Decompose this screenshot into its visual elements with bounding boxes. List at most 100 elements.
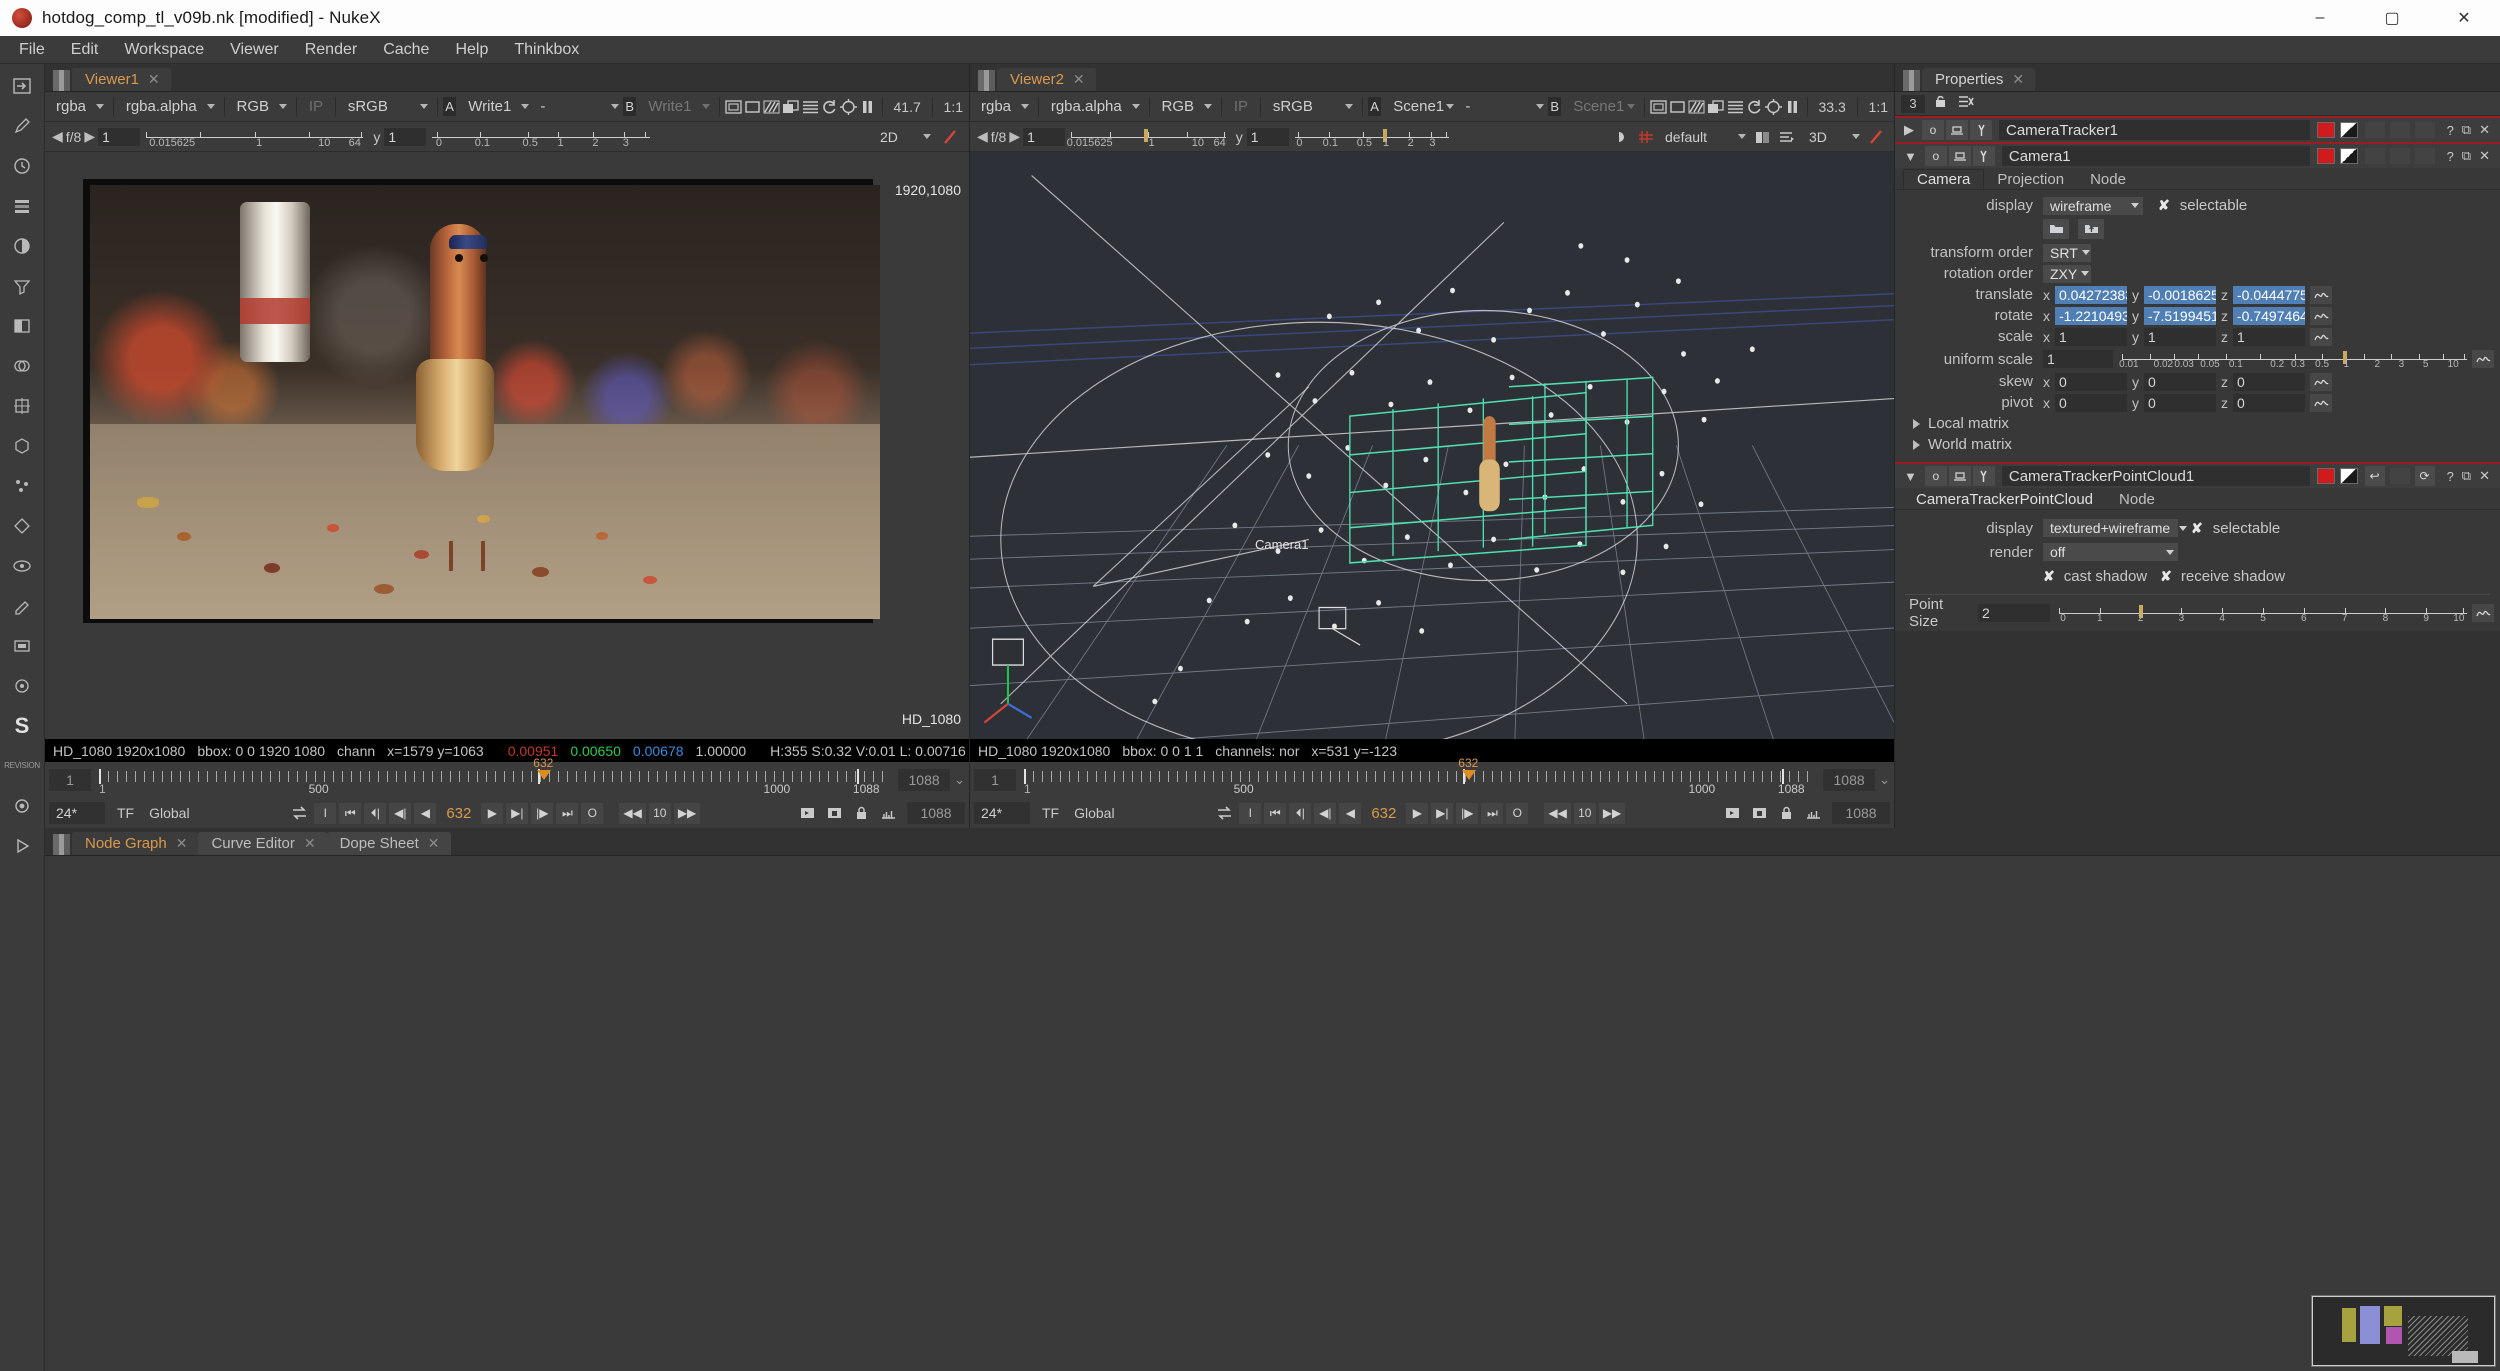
node-graph-minimap[interactable] — [2311, 1295, 2496, 1367]
translate-animation-icon[interactable] — [2310, 285, 2332, 304]
refresh-icon[interactable] — [820, 96, 839, 118]
undo-button[interactable]: ↩ — [2364, 466, 2385, 486]
node-bw-swatch[interactable] — [2339, 122, 2358, 138]
pointcloud-display-dropdown[interactable]: textured+wireframe — [2043, 519, 2188, 537]
viewer2-y-field[interactable]: 1 — [1246, 127, 1289, 146]
viewer2-timeline-expand-icon[interactable]: ⌄ — [1879, 772, 1890, 788]
lock-properties-icon[interactable] — [1933, 94, 1949, 114]
viewer1-current-frame[interactable]: 632 — [439, 805, 478, 822]
viewer1-colorspace-dropdown[interactable]: sRGB — [340, 95, 432, 118]
viewer2-gamma-slider[interactable]: 0.015625 1 10 64 — [1067, 128, 1226, 149]
lock-range-icon[interactable] — [1774, 802, 1798, 824]
revert-button[interactable]: ⟳ — [2414, 466, 2435, 486]
merge-node-icon[interactable] — [9, 352, 36, 379]
point-size-field[interactable]: 2 — [1978, 604, 2050, 622]
tab-dope-sheet[interactable]: Dope Sheet ✕ — [326, 832, 451, 855]
menu-item-viewer[interactable]: Viewer — [217, 36, 292, 64]
tab-node-graph-close-icon[interactable]: ✕ — [176, 835, 188, 852]
uniform-scale-field[interactable]: 1 — [2043, 350, 2113, 368]
tab-node-graph[interactable]: Node Graph ✕ — [72, 832, 199, 855]
tab-curve-editor-close-icon[interactable]: ✕ — [304, 835, 316, 852]
viewer1-y-field[interactable]: 1 — [384, 127, 427, 146]
grid-toggle-icon[interactable] — [1634, 126, 1658, 148]
skew-x-field[interactable]: 0 — [2055, 372, 2127, 391]
viewer2-channels-dropdown[interactable]: rgba — [974, 95, 1034, 118]
playback-icon[interactable] — [9, 832, 36, 859]
3d-node-icon[interactable] — [9, 432, 36, 459]
minimize-button[interactable]: – — [2284, 0, 2356, 36]
viewer1-in-frame[interactable]: 1 — [49, 769, 91, 791]
subtab-node[interactable]: Node — [2106, 489, 2168, 509]
viewer2-canvas[interactable]: Camera1 — [970, 152, 1894, 739]
node-bw-swatch[interactable] — [2339, 468, 2358, 484]
node-name-field[interactable]: CameraTracker1 — [1999, 120, 2310, 140]
tab-viewer2-close-icon[interactable]: ✕ — [1073, 71, 1085, 88]
scale-z-field[interactable]: 1 — [2233, 327, 2305, 346]
playback-loop-icon[interactable] — [287, 802, 311, 824]
viewer2-y-slider[interactable]: 0 0.1 0.5 1 2 3 — [1294, 128, 1450, 149]
pivot-z-field[interactable]: 0 — [2233, 393, 2305, 412]
pivot-animation-icon[interactable] — [2310, 393, 2332, 412]
roi-icon[interactable] — [1668, 96, 1687, 118]
viewer1-gamma-slider[interactable]: 0.015625 1 10 64 — [146, 128, 364, 149]
properties-max-count[interactable]: 3 — [1901, 94, 1925, 113]
redo-button[interactable] — [2389, 122, 2410, 138]
subtab-camera[interactable]: Camera — [1903, 169, 1985, 189]
step-forward-button[interactable]: ▶ — [1406, 802, 1429, 824]
menu-item-help[interactable]: Help — [442, 36, 501, 64]
viewer2-gain-value[interactable]: 33.3 — [1813, 99, 1852, 115]
viewer1-wipe-dropdown[interactable]: - — [533, 95, 623, 118]
viewer2-display-dropdown[interactable]: RGB — [1154, 95, 1217, 118]
viewer1-b-input-dropdown[interactable]: Write1 — [641, 95, 714, 118]
goto-end-button[interactable]: ⏭ — [556, 802, 579, 824]
tab-properties-close-icon[interactable]: ✕ — [2012, 71, 2024, 88]
pivot-y-field[interactable]: 0 — [2144, 393, 2216, 412]
node-color-icon[interactable]: o — [1922, 120, 1944, 140]
viewer2-lighting-dropdown[interactable]: default — [1658, 125, 1751, 148]
tab-curve-editor[interactable]: Curve Editor ✕ — [198, 832, 327, 855]
prev-keyframe-button[interactable]: ⏴| — [364, 802, 387, 824]
menu-item-file[interactable]: File — [6, 36, 58, 64]
bbox-overlay-icon[interactable] — [1706, 96, 1725, 118]
viewer1-ip-label[interactable]: IP — [302, 98, 330, 115]
float-button[interactable]: ⧉ — [2459, 122, 2474, 138]
help-button[interactable]: ? — [2444, 149, 2457, 164]
viewer1-record-icon[interactable] — [939, 126, 963, 148]
node-color-swatch[interactable] — [2316, 468, 2335, 484]
close-button[interactable]: ✕ — [2428, 0, 2500, 36]
gain-menu-icon[interactable] — [801, 96, 820, 118]
alpha-overlay-icon[interactable] — [1687, 96, 1706, 118]
viewer2-zoom-value[interactable]: 1:1 — [1863, 99, 1894, 115]
viewer1-timeline-expand-icon[interactable]: ⌄ — [954, 772, 965, 788]
proxy-mode-icon[interactable] — [724, 96, 743, 118]
skip-back-button[interactable]: ◀◀ — [1544, 802, 1571, 824]
node-settings-icon[interactable] — [1970, 120, 1992, 140]
node-settings-icon[interactable] — [1972, 146, 1995, 166]
set-in-point-button[interactable]: I — [1239, 802, 1262, 824]
viewer1-out-frame[interactable]: 1088 — [898, 769, 951, 791]
redo-button[interactable] — [2389, 148, 2410, 164]
properties-tab-grip[interactable] — [1903, 70, 1920, 91]
float-button[interactable]: ⧉ — [2459, 468, 2474, 484]
play-forward-button[interactable]: ▶| — [506, 802, 529, 824]
prev-keyframe-button[interactable]: ⏴| — [1289, 802, 1312, 824]
node-name-field[interactable]: Camera1 — [2001, 146, 2310, 166]
import-chan-icon[interactable] — [2078, 219, 2104, 239]
keyer-node-icon[interactable] — [9, 312, 36, 339]
scale-x-field[interactable]: 1 — [2055, 327, 2127, 346]
rotate-z-field[interactable]: -0.74974644 — [2233, 306, 2305, 325]
viewer2-ip-label[interactable]: IP — [1227, 98, 1255, 115]
collapse-arrow-icon[interactable]: ▼ — [1898, 469, 1923, 484]
viewer1-fps-mode[interactable]: TF — [117, 805, 134, 821]
viewer2-gamma-field[interactable]: 1 — [1023, 127, 1066, 146]
collapse-arrow-icon[interactable]: ▼ — [1898, 149, 1923, 164]
pause-icon[interactable] — [1783, 96, 1802, 118]
viewer1-mode-dropdown[interactable]: 2D — [872, 125, 935, 148]
receive-shadow-checkbox[interactable]: ✘ — [2160, 568, 2172, 585]
subtab-node[interactable]: Node — [2077, 169, 2139, 189]
alpha-overlay-icon[interactable] — [762, 96, 781, 118]
clipping-warning-icon[interactable] — [839, 96, 858, 118]
help-button[interactable]: ? — [2444, 469, 2457, 484]
camera1-transform-order-dropdown[interactable]: SRT — [2043, 243, 2091, 262]
viewer2-out-frame[interactable]: 1088 — [1823, 769, 1876, 791]
